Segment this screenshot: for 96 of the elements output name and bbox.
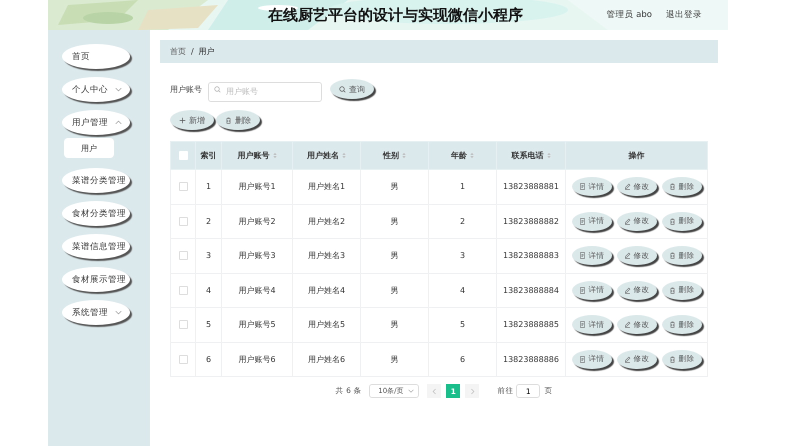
trash-icon: [668, 183, 676, 190]
table-cell: 用户姓名5: [308, 320, 346, 330]
table-cell: 6: [206, 354, 212, 364]
menu-item[interactable]: 首页: [62, 44, 130, 69]
checkbox[interactable]: [178, 320, 188, 330]
trash-icon: [668, 286, 676, 294]
table-cell: 男: [390, 286, 398, 295]
menu-item[interactable]: 食材展示管理: [62, 267, 130, 292]
table-cell: 用户姓名2: [308, 216, 346, 226]
breadcrumb-item[interactable]: 首页: [170, 46, 186, 57]
document-icon: [578, 356, 586, 363]
table-cell: 5: [460, 320, 466, 330]
table-cell: 13823888885: [503, 320, 559, 330]
logout-link[interactable]: 退出登录: [666, 9, 702, 21]
menu-item[interactable]: 食材分类管理: [62, 201, 130, 226]
search-button[interactable]: 查询: [330, 79, 374, 99]
table-cell: 男: [390, 216, 398, 226]
next-page-button[interactable]: [465, 384, 480, 398]
table-cell: 用户姓名3: [308, 251, 346, 260]
document-icon: [578, 252, 586, 260]
page-title: 在线厨艺平台的设计与实现微信小程序: [268, 6, 523, 24]
table-cell: 6: [460, 354, 466, 364]
menu-item[interactable]: 菜谱信息管理: [62, 234, 130, 259]
table-cell: 男: [390, 251, 398, 260]
menu-item[interactable]: 系统管理: [62, 300, 130, 325]
chevron-left-icon: [430, 388, 438, 394]
document-icon: [578, 321, 586, 328]
menu-item[interactable]: 菜谱分类管理: [62, 168, 130, 193]
plus-icon: [179, 116, 186, 124]
table-cell: 用户账号2: [238, 216, 276, 226]
table-cell: 5: [206, 320, 212, 330]
table-cell: 13823888881: [503, 182, 559, 192]
table-cell: 3: [206, 251, 212, 260]
column-header: 操作: [628, 150, 644, 161]
document-icon: [578, 286, 586, 294]
trash-icon: [225, 116, 232, 124]
column-header: 联系电话: [512, 150, 544, 161]
column-header: 索引: [200, 150, 216, 161]
table-cell: 13823888882: [503, 216, 559, 226]
field-label: 用户账号: [170, 84, 202, 94]
table-cell: 2: [206, 216, 212, 226]
column-header: 用户账号: [238, 150, 270, 161]
pencil-icon: [624, 321, 630, 328]
table-cell: 用户姓名1: [308, 182, 346, 192]
checkbox[interactable]: [178, 182, 188, 192]
table-cell: 用户账号6: [238, 354, 276, 364]
delete-button[interactable]: 删除: [216, 110, 260, 130]
breadcrumb-item: 用户: [198, 46, 215, 57]
user-name: 管理员 abo: [606, 9, 652, 21]
menu-item[interactable]: 个人中心: [62, 77, 130, 102]
menu-item[interactable]: 用户管理: [62, 110, 130, 135]
pencil-icon: [624, 286, 630, 294]
document-icon: [578, 183, 586, 190]
breadcrumb-separator: /: [191, 47, 194, 56]
table-cell: 用户账号4: [238, 286, 276, 295]
checkbox[interactable]: [178, 216, 188, 226]
checkbox[interactable]: [178, 251, 188, 260]
trash-icon: [668, 252, 676, 260]
column-header: 性别: [383, 150, 399, 161]
column-header: 用户姓名: [307, 150, 339, 161]
search-icon: [214, 86, 221, 92]
add-button[interactable]: 新增: [170, 110, 214, 130]
table-cell: 3: [460, 251, 466, 260]
previous-page-button[interactable]: [427, 384, 442, 398]
submenu-item[interactable]: 用户: [64, 138, 114, 158]
table-cell: 男: [390, 354, 398, 364]
table-cell: 用户姓名4: [308, 286, 346, 295]
table-cell: 4: [206, 286, 212, 295]
checkbox[interactable]: [178, 354, 188, 364]
column-header: 年龄: [451, 150, 467, 161]
table-cell: 用户账号1: [238, 182, 276, 192]
checkbox[interactable]: [178, 286, 188, 295]
trash-icon: [668, 356, 676, 363]
table-cell: 2: [460, 216, 466, 226]
table-cell: 13823888886: [503, 354, 559, 364]
trash-icon: [668, 321, 676, 328]
table-cell: 13823888884: [503, 286, 559, 295]
chevron-down-icon: [408, 388, 414, 394]
table-cell: 用户姓名6: [308, 354, 346, 364]
search-field[interactable]: 用户账号: [208, 82, 322, 102]
search-icon: [339, 86, 346, 92]
table-cell: 男: [390, 320, 398, 330]
table-cell: 用户账号5: [238, 320, 276, 330]
trash-icon: [668, 218, 676, 225]
chevron-right-icon: [468, 388, 476, 394]
pencil-icon: [624, 252, 630, 260]
table-cell: 13823888883: [503, 251, 559, 260]
pencil-icon: [624, 218, 630, 225]
table-cell: 男: [390, 182, 398, 192]
table-cell: 4: [460, 286, 466, 295]
document-icon: [578, 218, 586, 225]
pencil-icon: [624, 356, 630, 363]
pencil-icon: [624, 183, 630, 190]
table-cell: 1: [206, 182, 212, 192]
table-cell: 用户账号3: [238, 251, 276, 260]
table-cell: 1: [460, 182, 466, 192]
